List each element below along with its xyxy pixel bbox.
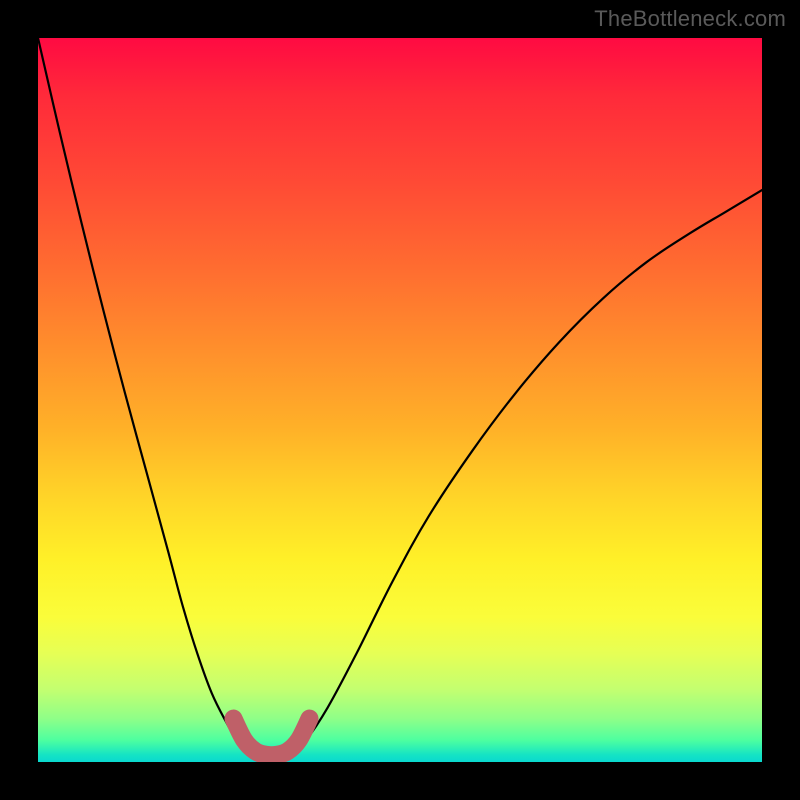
left-curve-path (38, 38, 252, 753)
watermark-text: TheBottleneck.com (594, 6, 786, 32)
right-curve-path (291, 190, 762, 753)
minimum-arc-path (233, 719, 309, 756)
plot-area (38, 38, 762, 762)
chart-frame: TheBottleneck.com (0, 0, 800, 800)
curve-layer (38, 38, 762, 762)
